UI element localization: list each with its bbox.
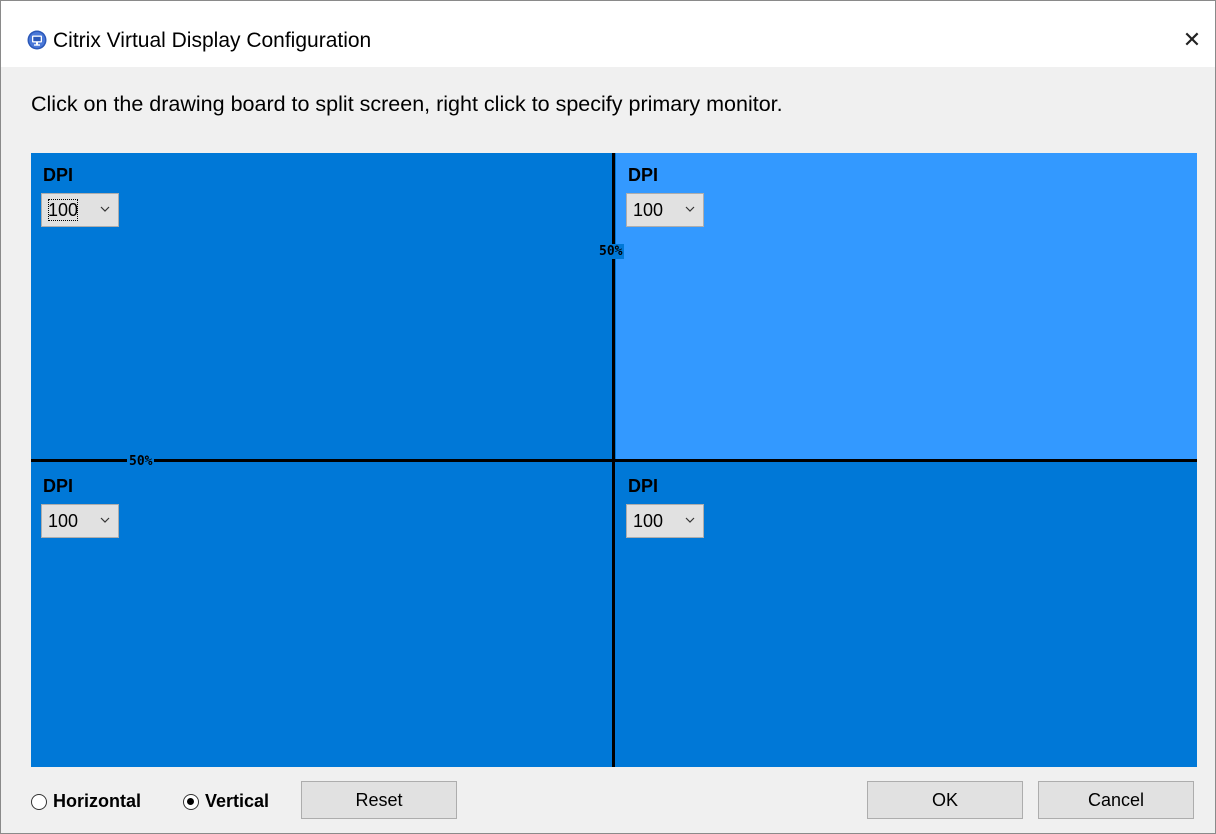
dpi-dropdown[interactable]: 100 <box>626 193 704 227</box>
dpi-value: 100 <box>633 200 664 220</box>
vertical-split-percentage: 50% <box>597 244 625 259</box>
instruction-text: Click on the drawing board to split scre… <box>31 92 783 116</box>
radio-button-selected <box>183 793 199 810</box>
dpi-value: 100 <box>48 511 79 531</box>
horizontal-split-line[interactable] <box>31 459 1197 462</box>
cancel-button[interactable]: Cancel <box>1038 781 1194 819</box>
chevron-down-icon <box>685 517 695 523</box>
display-region-bottom-left[interactable]: DPI 100 <box>31 464 612 767</box>
drawing-board[interactable]: DPI 100 DPI 100 DPI 100 DPI 100 50% 50% <box>31 153 1197 767</box>
close-icon: ✕ <box>1182 27 1202 52</box>
horizontal-split-percentage: 50% <box>127 454 155 469</box>
horizontal-radio[interactable]: Horizontal <box>31 791 141 812</box>
radio-button <box>31 793 47 810</box>
horizontal-radio-label: Horizontal <box>53 791 141 811</box>
display-region-top-left[interactable]: DPI 100 <box>31 153 612 460</box>
dpi-value: 100 <box>633 511 664 531</box>
citrix-monitor-icon <box>27 30 47 50</box>
display-region-bottom-right[interactable]: DPI 100 <box>616 464 1197 767</box>
chevron-down-icon <box>685 206 695 212</box>
dialog-window: Citrix Virtual Display Configuration ✕ C… <box>0 0 1216 834</box>
dpi-dropdown[interactable]: 100 <box>41 193 119 227</box>
dpi-dropdown[interactable]: 100 <box>626 504 704 538</box>
window-title: Citrix Virtual Display Configuration <box>53 29 372 52</box>
chevron-down-icon <box>100 206 110 212</box>
vertical-radio[interactable]: Vertical <box>183 791 269 812</box>
close-button[interactable]: ✕ <box>1169 17 1215 63</box>
title-bar: Citrix Virtual Display Configuration ✕ <box>1 1 1215 67</box>
dpi-label: DPI <box>628 476 659 496</box>
ok-button[interactable]: OK <box>867 781 1023 819</box>
dpi-dropdown[interactable]: 100 <box>41 504 119 538</box>
display-region-top-right[interactable]: DPI 100 <box>616 153 1197 460</box>
chevron-down-icon <box>100 517 110 523</box>
vertical-radio-label: Vertical <box>205 791 270 811</box>
reset-button[interactable]: Reset <box>301 781 457 819</box>
dpi-label: DPI <box>43 165 74 185</box>
dpi-label: DPI <box>43 476 74 496</box>
dpi-label: DPI <box>628 165 659 185</box>
dpi-value: 100 <box>48 199 79 221</box>
